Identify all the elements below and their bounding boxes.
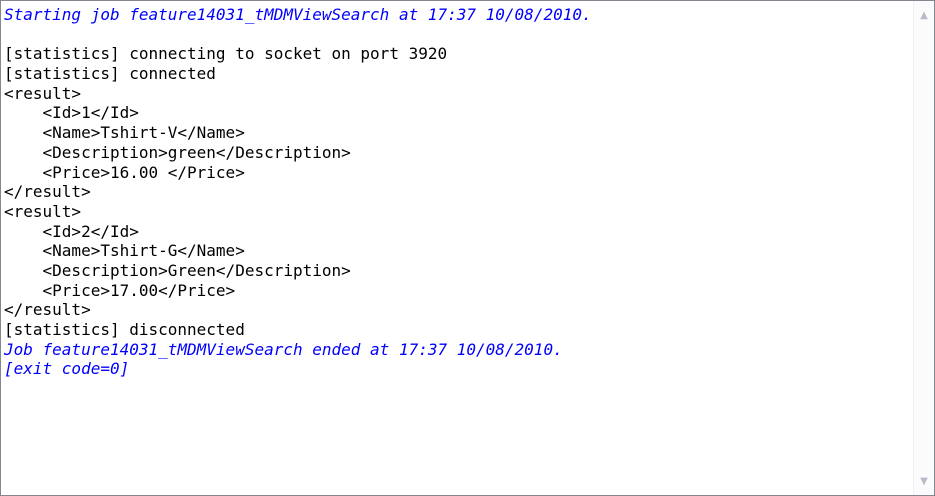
console-line: <Name>Tshirt-V</Name> <box>4 123 245 143</box>
console-line: [statistics] connected <box>4 64 216 84</box>
scroll-up-icon[interactable]: ▲ <box>914 5 934 25</box>
console-line: Job feature14031_tMDMViewSearch ended at… <box>4 339 563 359</box>
console-line: <Description>green</Description> <box>4 142 351 162</box>
console-line: Starting job feature14031_tMDMViewSearch… <box>4 5 592 24</box>
console-text: Starting job feature14031_tMDMViewSearch… <box>4 5 912 493</box>
console-line: <result> <box>4 83 82 103</box>
console-output[interactable]: Starting job feature14031_tMDMViewSearch… <box>0 0 935 496</box>
console-line: <Price>16.00 </Price> <box>4 162 245 182</box>
scroll-down-icon[interactable]: ▼ <box>914 471 934 491</box>
console-line: </result> <box>4 182 91 202</box>
vertical-scrollbar[interactable]: ▲ ▼ <box>913 1 934 495</box>
console-line: <Price>17.00</Price> <box>4 280 236 300</box>
console-line: <Id>2</Id> <box>4 221 139 241</box>
console-line: <Description>Green</Description> <box>4 260 351 280</box>
console-line: [statistics] connecting to socket on por… <box>4 44 448 64</box>
console-line: [exit code=0] <box>4 359 130 379</box>
console-line: [statistics] disconnected <box>4 320 245 339</box>
console-line: <Name>Tshirt-G</Name> <box>4 241 245 261</box>
console-line: <Id>1</Id> <box>4 103 139 123</box>
console-line: </result> <box>4 300 91 320</box>
console-line: <result> <box>4 201 82 221</box>
